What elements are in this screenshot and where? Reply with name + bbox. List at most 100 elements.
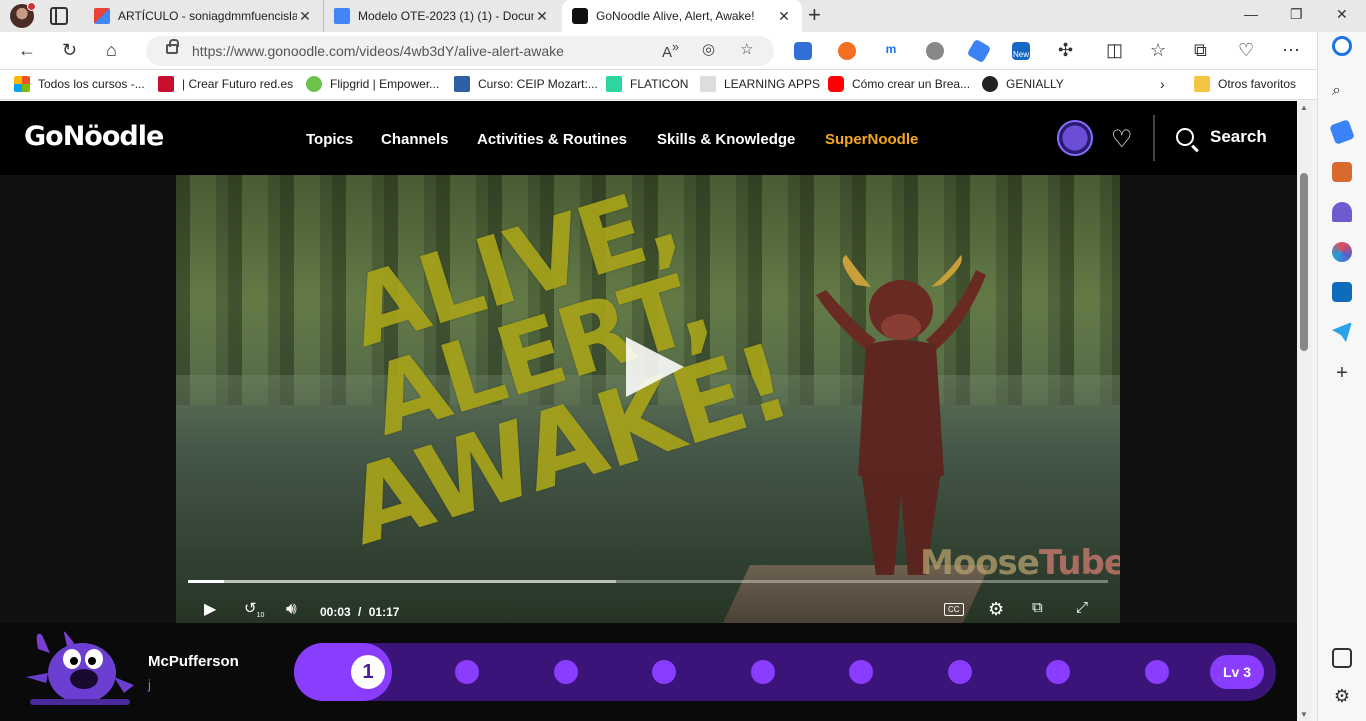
search-label: Search [1210,127,1267,146]
read-aloud-icon[interactable]: A» [662,40,679,61]
nav-channels[interactable]: Channels [381,131,449,148]
extension-2-icon[interactable] [838,42,856,60]
bookmark-label: | Crear Futuro red.es [182,77,294,91]
close-tab-icon[interactable]: ✕ [297,8,313,25]
bookmark-label: GENIALLY [1006,77,1064,91]
video-player[interactable]: ALIVE, ALERT, AWAKE! MooseTube ▶ ↺10 🔊︎ … [176,175,1120,623]
play-icon[interactable]: ▶ [204,599,216,619]
bookmarks-bar: Todos los cursos -... | Crear Futuro red… [0,70,1317,100]
nav-activities-routines[interactable]: Activities & Routines [477,131,627,148]
search-icon [1176,128,1194,146]
favorites-heart-icon[interactable]: ♡ [1111,125,1133,154]
minimize-button[interactable]: — [1244,6,1258,22]
favorites-icon[interactable]: ☆ [1150,40,1166,61]
bookmark-item[interactable]: | Crear Futuro red.es [158,76,293,92]
scroll-up-icon[interactable]: ▲ [1300,103,1308,112]
settings-gear-icon[interactable]: ⚙ [988,599,1004,620]
send-icon[interactable] [1332,322,1352,342]
bookmark-item[interactable]: Cómo crear un Brea... [828,76,970,92]
profile-avatar[interactable] [10,2,36,28]
extension-5-icon[interactable] [966,38,992,64]
volume-icon[interactable]: 🔊︎ [286,599,297,619]
notification-dot [27,2,36,11]
learningapps-icon [700,76,716,92]
nav-skills-knowledge[interactable]: Skills & Knowledge [657,131,795,148]
back-icon[interactable]: ← [18,40,36,61]
scroll-down-icon[interactable]: ▼ [1300,710,1308,719]
closed-captions-icon[interactable]: CC [944,603,964,616]
level-badge: Lv 3 [1210,655,1264,689]
tab-gmail[interactable]: ARTÍCULO - soniagdmmfuencisla ✕ [84,0,324,32]
skip-back-10-icon[interactable]: ↺10 [244,599,264,619]
refresh-icon[interactable]: ↻ [62,40,77,61]
flipgrid-icon [306,76,322,92]
tools-icon[interactable] [1332,162,1352,182]
fullscreen-icon[interactable]: ⤢ [1076,599,1088,616]
bookmark-item[interactable]: FLATICON [606,76,688,92]
level-progress-fill: 1 [294,643,392,701]
address-bar-row: ← ↻ ⌂ https://www.gonoodle.com/videos/4w… [0,32,1317,70]
tab-actions-icon[interactable] [50,7,68,25]
bookmark-item[interactable]: Todos los cursos -... [14,76,145,92]
player-subtitle: j [148,677,151,692]
close-tab-icon[interactable]: ✕ [776,8,792,25]
extensions-icon[interactable]: ✣ [1058,40,1073,61]
video-progress-bar[interactable] [188,580,1108,583]
bookmark-item[interactable]: Curso: CEIP Mozart:... [454,76,598,92]
bookmark-item[interactable]: Flipgrid | Empower... [306,76,439,92]
maximize-button[interactable]: ❐ [1290,6,1303,23]
bookmark-item[interactable]: LEARNING APPS [700,76,820,92]
more-options-icon[interactable]: ⋯ [1282,40,1300,61]
browser-essentials-icon[interactable]: ♡ [1238,40,1254,61]
page-scrollbar[interactable]: ▲ ▼ [1297,101,1311,721]
add-icon[interactable]: + [1332,362,1352,384]
home-icon[interactable]: ⌂ [106,40,117,61]
tab-google-docs[interactable]: Modelo OTE-2023 (1) (1) - Docum ✕ [324,0,560,32]
search-button[interactable]: Search [1176,127,1267,147]
header-divider [1153,115,1155,161]
buffered-bar [188,580,616,583]
tracking-prevention-icon[interactable]: ◎ [702,40,715,58]
gonoodle-logo[interactable]: GoNöodle [24,121,164,152]
close-window-button[interactable]: ✕ [1336,6,1348,23]
tab-gonoodle[interactable]: GoNoodle Alive, Alert, Awake! ✕ [562,0,802,32]
extension-1-icon[interactable] [794,42,812,60]
gonoodle-page: GoNöodle Topics Channels Activities & Ro… [0,101,1297,721]
search-icon[interactable]: ⌕ [1332,82,1352,102]
cc-label: CC [948,605,960,614]
bing-copilot-icon[interactable] [1332,36,1352,56]
big-play-icon[interactable] [626,337,684,397]
extension-4-icon[interactable] [926,42,944,60]
close-tab-icon[interactable]: ✕ [534,8,550,25]
time-display: 00:03 / 01:17 [320,605,399,619]
games-icon[interactable] [1332,202,1352,222]
favorite-star-icon[interactable]: ☆ [740,40,753,58]
scrollbar-thumb[interactable] [1300,173,1308,351]
other-favorites-folder[interactable]: Otros favoritos [1194,76,1296,92]
split-screen-icon[interactable]: ◫ [1106,40,1123,61]
microsoft-365-icon[interactable] [1332,242,1352,262]
hide-sidebar-icon[interactable] [1332,648,1352,668]
youtube-icon [828,76,844,92]
user-avatar[interactable] [1057,120,1093,156]
new-tab-button[interactable]: + [808,4,821,26]
url-field[interactable]: https://www.gonoodle.com/videos/4wb3dY/a… [146,36,774,66]
bookmark-label: Todos los cursos -... [38,77,145,91]
shopping-tag-icon[interactable] [1329,119,1355,145]
redes-icon [158,76,174,92]
level-step-dot [553,660,578,684]
outlook-icon[interactable] [1332,282,1352,302]
current-level-step: 1 [351,655,385,689]
nav-topics[interactable]: Topics [306,131,353,148]
level-step-dot [1046,660,1070,684]
extension-new-icon[interactable]: New [1012,42,1030,60]
picture-in-picture-icon[interactable]: ⧉ [1032,599,1043,616]
player-level-panel: McPufferson j 1 Lv 3 [0,623,1297,721]
nav-supernoodle[interactable]: SuperNoodle [825,131,918,148]
extension-3-icon[interactable]: m [882,42,900,60]
collections-icon[interactable]: ⧉ [1194,40,1207,61]
settings-gear-icon[interactable]: ⚙ [1332,686,1352,706]
bookmark-item[interactable]: GENIALLY [982,76,1064,92]
chevron-right-icon[interactable]: › [1160,76,1165,92]
bookmark-label: LEARNING APPS [724,77,821,91]
